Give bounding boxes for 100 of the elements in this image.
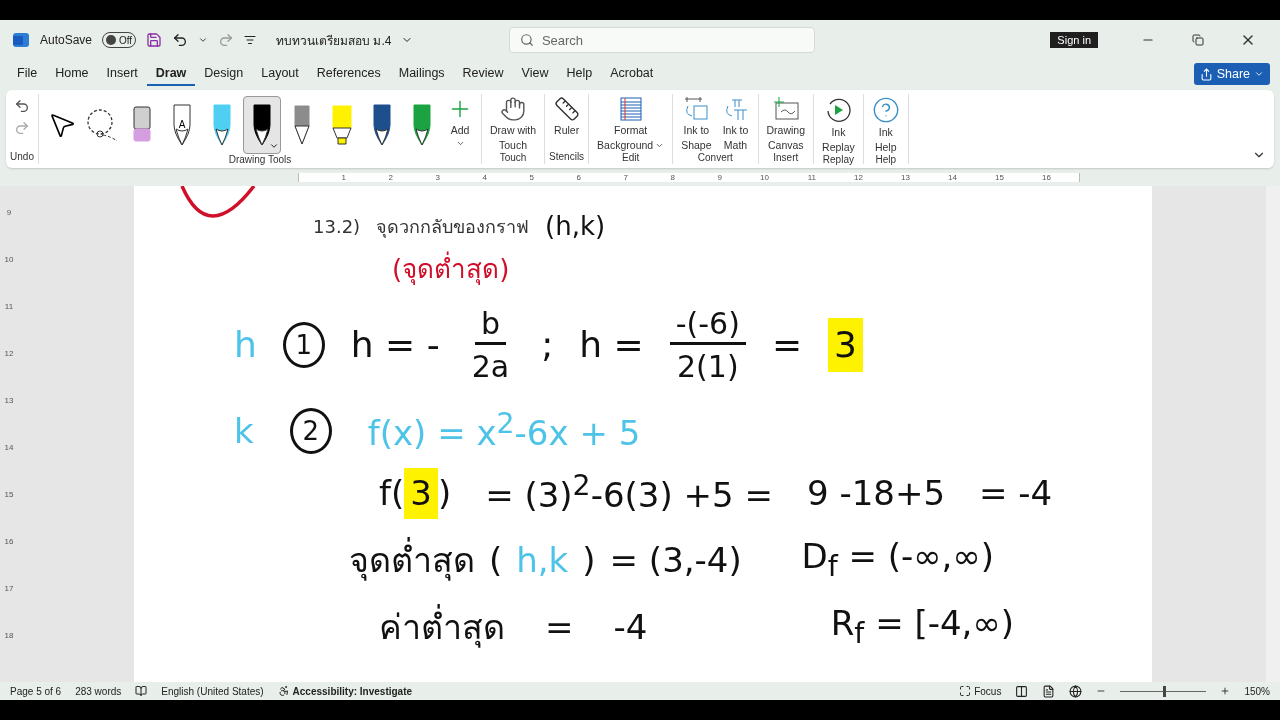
ribbon-tab[interactable]: Draw [146,62,196,86]
ribbon-tab[interactable]: Home [46,62,98,86]
hand-icon [500,96,527,122]
ribbon-tab[interactable]: Insert [97,62,147,86]
group-label: Convert [697,152,733,165]
handwritten-text: จุดต่ำสุด [349,536,475,583]
zoom-in-icon[interactable] [1220,686,1231,696]
handwritten-fraction: b 2a [470,305,511,385]
sign-in-button[interactable]: Sign in [1050,32,1098,48]
ribbon-tab[interactable]: File [8,62,47,86]
group-label: Help [875,154,896,167]
add-pen-button[interactable]: Add [443,96,477,148]
handwritten-text: = (3,-4) [609,538,742,582]
ribbon-button[interactable]: Drawing Canvas [762,96,810,152]
ribbon-tab[interactable]: Review [453,62,513,86]
page-count[interactable]: Page 5 of 6 [10,685,62,697]
ribbon-button[interactable]: Ink to Shape [677,96,716,152]
caret-icon[interactable] [198,35,209,45]
lined-page-icon [617,96,644,122]
document-title[interactable]: ทบทวนเตรียมสอบ ม.4 [276,30,392,50]
group-label: Stencils [549,151,585,164]
document-text: 13.2) [313,215,361,237]
ribbon-button[interactable]: Format Background [593,96,669,152]
ribbon-tab[interactable]: Mailings [389,62,454,86]
group-label: Edit [622,152,640,165]
read-mode-icon[interactable] [1015,684,1029,698]
handwritten-text: h = [579,323,644,367]
handwritten-text: h = - [350,323,440,367]
ribbon-button[interactable]: Draw with Touch [486,96,541,152]
print-layout-icon[interactable] [1042,684,1056,698]
proofing-icon[interactable] [135,685,148,697]
group-label: Touch [499,152,527,165]
handwritten-text: (h,k) [545,209,606,243]
handwritten-text: D$_{f}$ = (-∞,∞) [801,535,994,586]
ribbon-tab[interactable]: References [307,62,390,86]
handwritten-text: 3 [410,471,432,515]
focus-icon [959,685,972,697]
accessibility-status[interactable]: Accessibility: Investigate [292,685,413,697]
ribbon-tab[interactable]: Design [195,62,253,86]
drawing-tool-button[interactable]: A [163,96,201,154]
ruler-icon [553,96,580,122]
handwritten-text: ; [541,323,554,367]
undo-icon [14,98,30,114]
circled-number: 2 [289,408,332,454]
handwritten-text: ( [489,538,503,582]
word-count[interactable]: 283 words [75,685,122,697]
help-icon [871,96,900,124]
group-label: Insert [773,152,799,165]
ribbon-button[interactable]: Ink Replay [818,96,859,154]
handwritten-text: = [771,323,803,367]
share-button[interactable]: Share [1193,63,1270,85]
ribbon-tab[interactable]: Acrobat [601,62,663,86]
handwritten-text: ค่าต่ำสุด [379,603,505,650]
search-field[interactable]: Search [508,27,815,53]
handwritten-text: h [234,323,257,367]
replay-icon [824,96,853,124]
save-icon[interactable] [146,32,163,48]
web-layout-icon[interactable] [1069,684,1083,698]
handwritten-text: h,k [516,538,569,582]
search-icon [519,33,534,47]
horizontal-ruler: 1 2 3 4 5 6 7 8 9 10 11 12 13 14 15 16 [0,168,1280,186]
ribbon-tab[interactable]: Layout [252,62,308,86]
redo-icon [14,120,30,136]
focus-button[interactable]: Focus [974,685,1002,697]
handwritten-text: 9 -18+5 [806,471,946,515]
handwritten-text: f( [379,471,405,515]
ribbon-tab[interactable]: View [512,62,558,86]
handwritten-text: k [234,409,254,453]
drawing-tool-button[interactable] [243,96,281,154]
ribbon-button[interactable]: Ruler [549,96,584,137]
handwritten-text: -4 [613,605,648,649]
handwritten-text: 3 [834,323,857,367]
eraser-icon [132,105,152,145]
pen-icon [211,103,233,147]
language-label[interactable]: English (United States) [161,685,264,697]
handwritten-text: f(x) = x$^{2}$-6x + 5 [367,405,641,456]
undo-icon[interactable] [172,32,189,48]
circled-number: 1 [282,322,325,368]
pen-icon [171,103,193,147]
share-icon [1199,67,1213,81]
caret-icon[interactable] [269,141,279,151]
autosave-label: AutoSave [40,33,93,47]
zoom-percent[interactable]: 150% [1244,685,1270,697]
caret-icon [1254,69,1264,79]
zoom-thumb[interactable] [1163,685,1167,697]
ribbon-button[interactable]: Ink to Math [717,96,754,152]
handwritten-fraction: -(-6) 2(1) [669,305,746,385]
ribbon-tab[interactable]: Help [557,62,602,86]
accessibility-icon [277,685,290,697]
handwritten-text: ) [437,471,452,515]
group-label: Replay [822,154,854,167]
handwritten-text: R$_{f}$ = [-4,∞) [830,602,1014,653]
pencil-icon [292,104,312,146]
highlighter-icon [331,104,353,146]
customize-icon[interactable] [244,34,257,46]
ribbon-button[interactable]: Ink Help [867,96,904,154]
canvas-icon [771,96,800,122]
app-logo [12,31,30,49]
pen-icon [371,103,393,147]
group-label: Undo [10,151,34,164]
